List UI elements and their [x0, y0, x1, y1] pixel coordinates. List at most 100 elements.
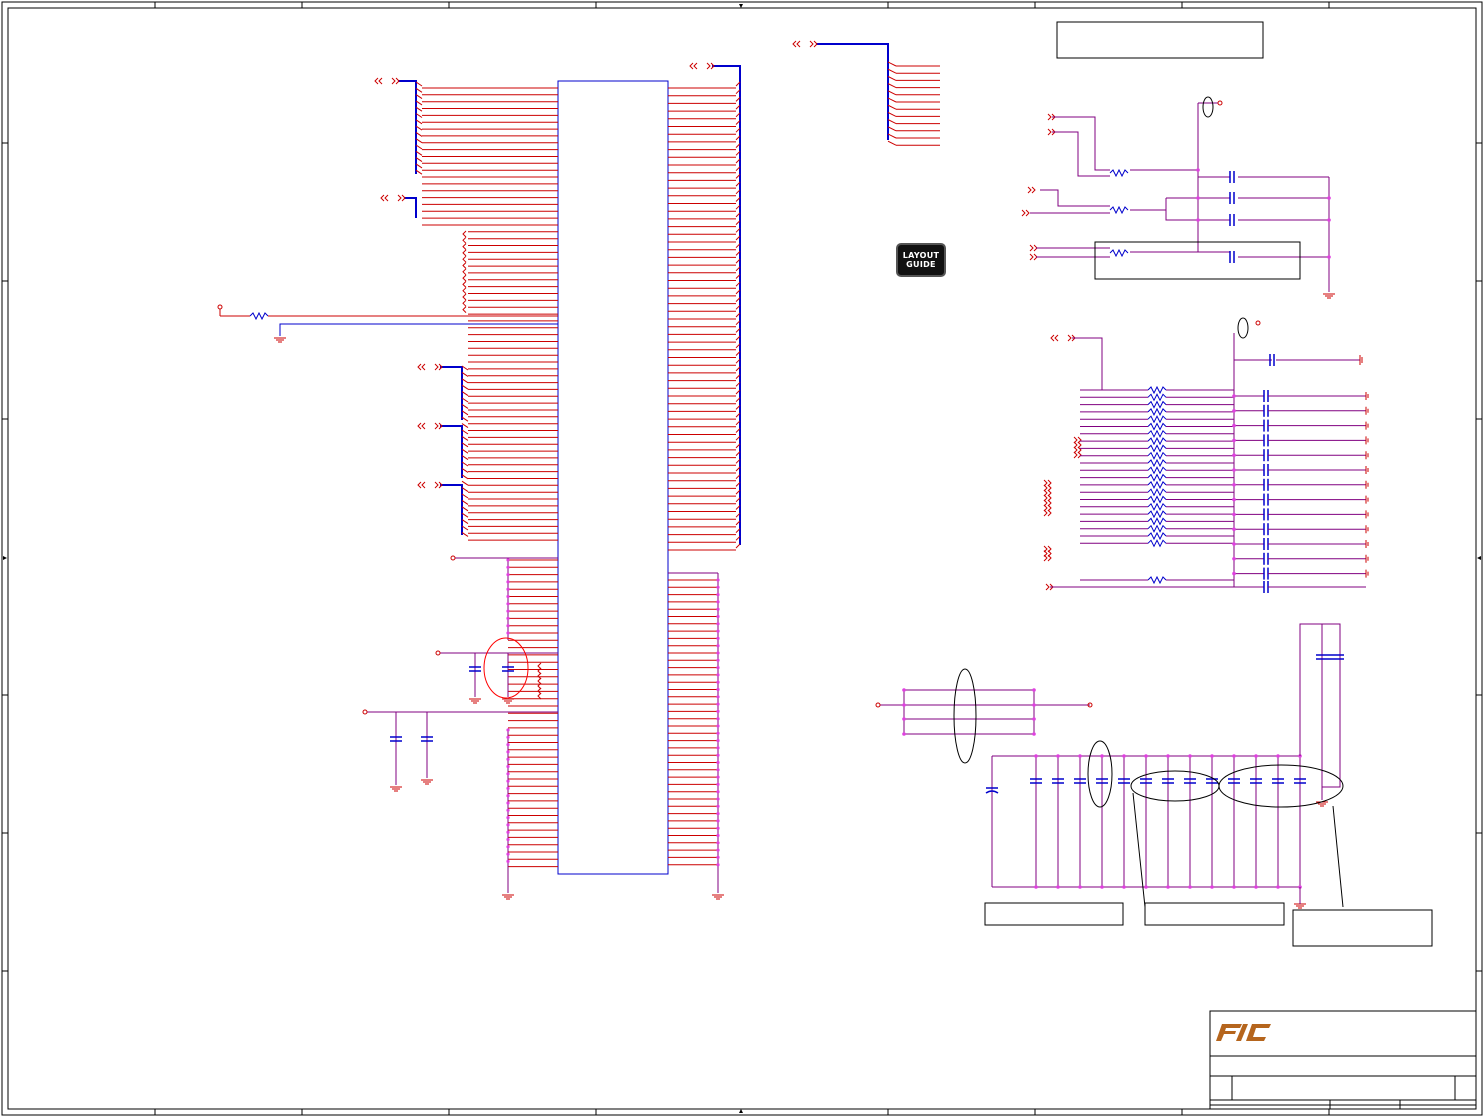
junction-dot — [506, 757, 510, 761]
junction-dot — [1232, 571, 1236, 576]
off-page-connector-icon — [421, 422, 426, 430]
bus-entry — [887, 119, 897, 125]
junction-dot — [506, 631, 510, 635]
junction-dot — [716, 578, 720, 582]
resistor-icon — [1147, 458, 1167, 468]
junction-dot — [506, 823, 510, 827]
junction-dot — [1232, 754, 1236, 758]
junction-dot — [506, 609, 510, 613]
resistor-icon — [1147, 422, 1167, 431]
junction-dot — [506, 786, 510, 791]
bus-entry — [887, 83, 897, 89]
resistor-icon — [1147, 517, 1167, 526]
off-page-connector-icon — [1067, 334, 1072, 342]
junction-dot — [506, 735, 510, 739]
net-arrow — [537, 692, 542, 700]
net-arrow — [462, 243, 467, 250]
net-arrow — [462, 262, 467, 269]
junction-dot — [1232, 423, 1236, 428]
junction-dot — [1232, 453, 1236, 458]
junction-dot — [1056, 885, 1060, 889]
junction-dot — [506, 743, 510, 747]
junction-dot — [506, 624, 510, 628]
net-arrow — [462, 236, 467, 244]
junction-dot — [1210, 754, 1214, 758]
junction-dot — [716, 607, 720, 611]
net-wire — [903, 689, 1035, 735]
resistor-icon — [1147, 473, 1167, 482]
junction-dot — [716, 651, 720, 655]
junction-dot — [506, 573, 510, 577]
resistor-icon — [1147, 444, 1167, 453]
junction-dot — [1188, 885, 1192, 889]
layout-guide-label: LAYOUT GUIDE — [902, 251, 940, 269]
junction-dot — [716, 614, 720, 619]
layout-guide-icon: LAYOUT GUIDE — [896, 243, 946, 277]
junction-dot — [506, 728, 510, 732]
ground-symbols — [274, 293, 1335, 909]
junction-dot — [506, 837, 510, 842]
filter-network-2 — [1050, 333, 1369, 593]
junction-dot — [716, 687, 720, 692]
junction-dot — [1232, 512, 1236, 517]
off-page-connector-icon — [380, 194, 385, 202]
annotation-circle-filter-1 — [1202, 96, 1214, 118]
junction-dot — [506, 830, 510, 834]
junction-dot — [716, 863, 720, 867]
junction-dot — [506, 616, 510, 621]
off-page-connector-icon — [1045, 583, 1050, 591]
off-page-connector-icon — [434, 363, 439, 371]
off-page-connector-icon — [1029, 244, 1034, 252]
junction-dot — [716, 819, 720, 823]
junction-dot — [1188, 754, 1192, 758]
off-page-connector-icon — [1073, 451, 1078, 459]
net-wire — [1299, 623, 1341, 788]
resistor-icon — [1147, 400, 1167, 409]
off-page-connector-icon — [401, 194, 406, 202]
junction-dot — [1056, 754, 1060, 758]
resistor-icon — [1147, 502, 1167, 511]
junction-dot — [506, 772, 510, 776]
resistor-icon — [1147, 393, 1167, 402]
junction-dot — [716, 673, 720, 677]
junction-dot — [1232, 497, 1236, 502]
resistor-icon — [1147, 407, 1167, 417]
junction-dot — [1232, 527, 1236, 531]
junction-dot — [1232, 557, 1236, 561]
resistor-icon — [1147, 539, 1167, 548]
annotation-circle-decap-a — [953, 668, 977, 764]
off-page-connector-icon — [421, 481, 426, 489]
junction-dot — [716, 731, 720, 735]
junction-dot — [506, 580, 510, 584]
junction-dot — [506, 852, 510, 856]
junction-dot — [716, 782, 720, 787]
off-page-connector-icon — [1029, 253, 1034, 261]
junction-dot — [716, 622, 720, 626]
junction-dot — [1122, 754, 1126, 758]
off-page-connector-icon — [1021, 209, 1026, 217]
resistor-icon — [1147, 451, 1167, 460]
junction-dot — [716, 804, 720, 808]
junction-dot — [506, 764, 510, 769]
left-pin-wires — [422, 87, 558, 868]
off-page-connector-icon — [693, 62, 698, 70]
junction-dot — [1254, 754, 1258, 758]
leader-line-2 — [1332, 805, 1344, 908]
off-page-connector-icon — [792, 40, 797, 48]
off-page-connector-icon — [1047, 554, 1052, 562]
bus-entry — [735, 543, 741, 549]
junction-dot — [506, 845, 510, 849]
note-box-decap-2 — [1144, 902, 1285, 926]
junction-dot — [1232, 885, 1236, 889]
junction-dot — [506, 602, 510, 606]
net-arrow — [462, 299, 467, 307]
junction-dot — [1032, 732, 1036, 736]
schematic-sheet — [1, 1, 1483, 1116]
junction-dot — [716, 658, 720, 662]
left-pullup-resistor — [219, 309, 558, 336]
bus-entry — [887, 97, 897, 103]
junction-dot — [902, 732, 906, 736]
bus-entry — [887, 68, 897, 74]
off-page-connector-icon — [1027, 186, 1032, 194]
off-page-connector-icon — [1077, 451, 1082, 459]
